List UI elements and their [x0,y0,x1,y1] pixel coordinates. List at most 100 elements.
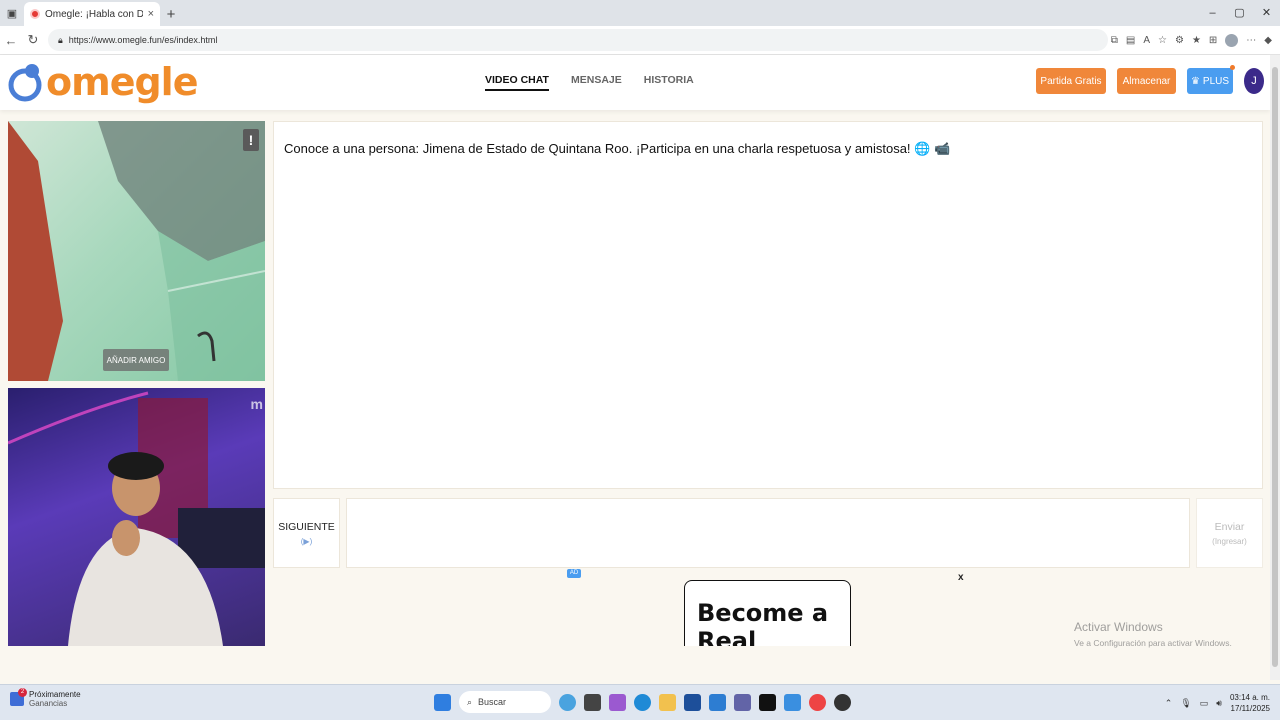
next-button[interactable]: SIGUIENTE (▶) [273,498,340,568]
maximize-button[interactable]: ▢ [1226,0,1253,26]
widget-subtitle: Ganancias [29,699,68,708]
chat-log: Conoce a una persona: Jimena de Estado d… [273,121,1263,489]
almacenar-button[interactable]: Almacenar [1117,68,1176,94]
more-menu-icon[interactable]: ⋯ [1246,35,1256,46]
self-video-scene [8,391,265,646]
url-field[interactable]: 🔒︎ https://www.omegle.fun/es/index.html [48,29,1108,51]
window-controls: – ▢ ✕ [1199,0,1280,26]
system-message: Conoce a una persona: Jimena de Estado d… [284,141,951,156]
send-button[interactable]: Enviar (Ingresar) [1196,498,1263,568]
close-window-button[interactable]: ✕ [1253,0,1280,26]
taskbar-apps: ⌕ Buscar [434,691,851,713]
tab-actions-icon[interactable]: ▣ [0,0,24,26]
start-icon[interactable] [434,693,451,711]
windows-taskbar: 2 Próximamente Ganancias ⌕ Buscar ⌃ 🎙︎ ▭… [0,684,1280,720]
activation-title: Activar Windows [1074,620,1163,634]
favorite-star-icon[interactable]: ☆ [1158,35,1167,46]
main-nav: VIDEO CHAT MENSAJE HISTORIA [485,74,694,91]
self-video: m [8,388,265,646]
address-bar-row: ← ↻ 🔒︎ https://www.omegle.fun/es/index.h… [0,26,1280,55]
clock[interactable]: 03:14 a. m. 17/11/2025 [1230,692,1270,714]
stocks-icon: 2 [10,688,27,706]
file-explorer-icon[interactable] [659,693,676,711]
collections-icon[interactable]: ⊞ [1209,35,1217,46]
teams-icon[interactable] [734,693,751,711]
message-input[interactable] [346,498,1190,568]
minimize-button[interactable]: – [1199,0,1226,26]
user-avatar[interactable]: J [1244,68,1264,94]
read-aloud-icon[interactable]: A [1143,35,1150,46]
plus-button[interactable]: ♛ PLUS [1187,65,1235,94]
vscode-icon[interactable] [709,693,726,711]
network-icon[interactable]: ▭ [1200,698,1209,709]
tiktok-icon[interactable] [759,693,776,711]
activation-subtitle: Ve a Configuración para activar Windows. [1074,638,1232,648]
tab-close-icon[interactable]: × [148,8,154,20]
taskbar-search[interactable]: ⌕ Buscar [459,691,551,713]
store-icon[interactable] [684,693,701,711]
chrome-icon[interactable] [809,693,826,711]
scrollbar-thumb[interactable] [1272,67,1278,667]
notification-dot [1230,65,1235,70]
browser-profile-avatar[interactable] [1225,33,1239,47]
obs-icon[interactable] [834,693,851,711]
logo-mark-icon [8,64,42,102]
send-label: Enviar [1214,520,1245,533]
reader-mode-icon[interactable]: ▤ [1126,35,1135,46]
windows-activation-notice: Activar Windows Ve a Configuración para … [1074,620,1232,648]
taskbar-widget[interactable]: 2 Próximamente Ganancias [10,688,81,708]
ad-close-button[interactable]: x [958,572,964,583]
new-tab-button[interactable]: + [160,2,182,26]
search-icon: ⌕ [467,696,473,707]
page-scrollbar[interactable] [1270,55,1280,680]
partida-gratis-button[interactable]: Partida Gratis [1036,68,1106,94]
nav-historia[interactable]: HISTORIA [644,74,694,91]
add-friend-button[interactable]: AÑADIR AMIGO [103,349,169,371]
site-header: omegle VIDEO CHAT MENSAJE HISTORIA Parti… [0,55,1270,110]
copilot-app-icon[interactable] [559,693,576,711]
url-text: https://www.omegle.fun/es/index.html [68,35,218,45]
microphone-icon[interactable]: 🎙︎ [1180,698,1191,709]
clock-date: 17/11/2025 [1230,704,1270,713]
browser-toolbar: ⧉ ▤ A ☆ ⚙ ★ ⊞ ⋯ ◆ [1111,33,1280,47]
next-label: SIGUIENTE [278,520,335,533]
ad-banner[interactable]: Become a Real Legend [684,580,851,646]
chat-controls: SIGUIENTE (▶) Enviar (Ingresar) [273,498,1263,568]
watermark-logo: m [250,396,263,412]
search-label: Buscar [478,697,507,707]
app-available-icon[interactable]: ⧉ [1111,35,1118,46]
browser-tab-bar: ▣ Omegle: ¡Habla con Descon × + – ▢ ✕ [0,0,1280,26]
widget-title: Próximamente [29,690,81,699]
tab-title: Omegle: ¡Habla con Descon [45,8,143,20]
copilot-taskbar-icon[interactable] [609,693,626,711]
volume-icon[interactable]: 🔊︎ [1216,698,1222,709]
system-tray: ⌃ 🎙︎ ▭ 🔊︎ 03:14 a. m. 17/11/2025 [1165,692,1270,714]
ad-title: Become a Real Legend [697,599,829,646]
back-arrow-icon[interactable]: ← [0,33,22,48]
report-button[interactable]: ! [243,129,259,151]
crown-icon: ♛ [1190,75,1200,87]
extensions-icon[interactable]: ⚙ [1175,35,1184,46]
ad-badge: AD [567,569,581,578]
app-icon[interactable] [784,693,801,711]
favorites-icon[interactable]: ★ [1192,35,1201,46]
next-shortcut-hint: (▶) [300,536,313,546]
refresh-icon[interactable]: ↻ [22,32,44,48]
nav-mensaje[interactable]: MENSAJE [571,74,622,91]
stranger-video: ! AÑADIR AMIGO [8,121,265,381]
plus-label: PLUS [1202,75,1230,87]
task-view-icon[interactable] [584,693,601,711]
widget-badge: 2 [18,688,27,697]
chevron-up-icon[interactable]: ⌃ [1165,698,1173,709]
stranger-video-scene [8,121,265,381]
site-favicon-icon [30,9,40,19]
edge-icon[interactable] [634,693,651,711]
browser-tab[interactable]: Omegle: ¡Habla con Descon × [24,2,160,26]
clock-time: 03:14 a. m. [1229,693,1270,702]
omegle-logo[interactable]: omegle [8,60,198,104]
site-info-icon[interactable]: 🔒︎ [58,35,63,46]
logo-text: omegle [46,60,198,104]
nav-video-chat[interactable]: VIDEO CHAT [485,74,549,91]
send-shortcut-hint: (Ingresar) [1212,536,1247,546]
copilot-icon[interactable]: ◆ [1264,35,1272,46]
